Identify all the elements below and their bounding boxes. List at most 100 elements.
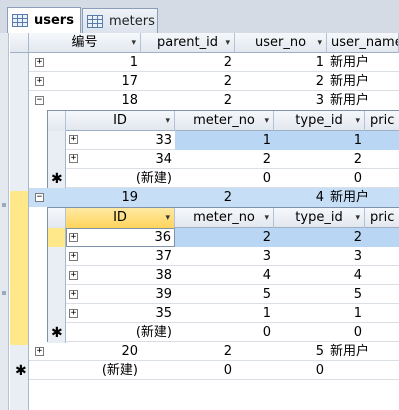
cell-meter-no[interactable]: 4	[175, 266, 274, 285]
expand-icon[interactable]: +	[69, 154, 78, 163]
expand-icon[interactable]: +	[69, 290, 78, 299]
cell-user-no[interactable]: 0	[235, 361, 327, 380]
cell-meter-no[interactable]: 2	[175, 228, 274, 247]
column-header-type-id[interactable]: type_id ▾	[274, 208, 365, 228]
collapse-icon[interactable]: −	[35, 193, 44, 202]
column-header-meter-no[interactable]: meter_no ▾	[175, 111, 274, 131]
navigation-pane-edge[interactable]	[0, 33, 9, 410]
cell-id[interactable]: 35	[66, 304, 175, 323]
new-record-row[interactable]: (新建) 0 0	[66, 169, 399, 188]
table-row-current[interactable]: 19 2 4 新用户	[29, 188, 399, 207]
column-header-price[interactable]: pric	[365, 111, 399, 131]
tab-meters[interactable]: meters	[82, 8, 158, 33]
cell-type-id[interactable]: 0	[274, 323, 365, 342]
table-row[interactable]: 1 2 1 新用户	[29, 53, 399, 72]
cell-parent-id[interactable]: 2	[141, 91, 235, 110]
table-row[interactable]: 38 4 4	[66, 266, 399, 285]
table-row[interactable]: 18 2 3 新用户	[29, 91, 399, 110]
column-header-user-name[interactable]: user_name	[327, 33, 399, 53]
cell-user-no[interactable]: 2	[235, 72, 327, 91]
cell-id[interactable]: 36	[66, 228, 175, 247]
cell-user-name[interactable]: 新用户	[330, 188, 399, 207]
record-selector-current[interactable]	[10, 191, 29, 345]
collapse-icon[interactable]: −	[35, 96, 44, 105]
cell-user-name[interactable]: 新用户	[330, 342, 399, 361]
dropdown-arrow-icon[interactable]: ▾	[355, 208, 360, 228]
dropdown-arrow-icon[interactable]: ▾	[165, 208, 170, 228]
tab-users[interactable]: users	[7, 7, 81, 33]
cell-meter-no[interactable]: 2	[175, 150, 274, 169]
expand-icon[interactable]: +	[69, 252, 78, 261]
cell-id[interactable]: 19	[29, 188, 141, 207]
expand-icon[interactable]: +	[35, 77, 44, 86]
cell-type-id[interactable]: 0	[274, 169, 365, 188]
select-all-corner[interactable]	[10, 33, 29, 53]
table-row[interactable]: 20 2 5 新用户	[29, 342, 399, 361]
table-row-current[interactable]: 36 2 2	[66, 228, 399, 247]
dropdown-arrow-icon[interactable]: ▾	[264, 111, 269, 131]
cell-type-id[interactable]: 4	[274, 266, 365, 285]
dropdown-arrow-icon[interactable]: ▾	[225, 33, 230, 53]
cell-user-no[interactable]: 5	[235, 342, 327, 361]
column-header-meter-no[interactable]: meter_no ▾	[175, 208, 274, 228]
cell-id[interactable]: 39	[66, 285, 175, 304]
cell-id[interactable]: 20	[29, 342, 141, 361]
cell-id[interactable]: 18	[29, 91, 141, 110]
cell-user-name[interactable]: 新用户	[330, 72, 399, 91]
column-header-id[interactable]: ID ▾	[66, 111, 175, 131]
column-header-id[interactable]: 编号 ▾	[29, 33, 141, 53]
cell-id[interactable]: (新建)	[66, 323, 175, 342]
dropdown-arrow-icon[interactable]: ▾	[355, 111, 360, 131]
table-row[interactable]: 17 2 2 新用户	[29, 72, 399, 91]
cell-meter-no[interactable]: 3	[175, 247, 274, 266]
expand-icon[interactable]: +	[69, 271, 78, 280]
table-row[interactable]: 37 3 3	[66, 247, 399, 266]
table-row[interactable]: 39 5 5	[66, 285, 399, 304]
sub-select-all-corner[interactable]	[48, 111, 66, 131]
column-header-type-id[interactable]: type_id ▾	[274, 111, 365, 131]
column-header-price[interactable]: pric	[365, 208, 399, 228]
expand-icon[interactable]: +	[69, 309, 78, 318]
new-record-row[interactable]: (新建) 0 0	[66, 323, 399, 342]
expand-icon[interactable]: +	[69, 135, 78, 144]
cell-type-id[interactable]: 1	[274, 304, 365, 323]
column-header-parent-id[interactable]: parent_id ▾	[141, 33, 235, 53]
cell-parent-id[interactable]: 2	[141, 53, 235, 72]
cell-user-name[interactable]: 新用户	[330, 91, 399, 110]
cell-user-name[interactable]: 新用户	[330, 53, 399, 72]
dropdown-arrow-icon[interactable]: ▾	[317, 33, 322, 53]
cell-user-no[interactable]: 3	[235, 91, 327, 110]
cell-type-id[interactable]: 2	[274, 150, 365, 169]
dropdown-arrow-icon[interactable]: ▾	[264, 208, 269, 228]
cell-id[interactable]: 37	[66, 247, 175, 266]
cell-price[interactable]	[365, 228, 399, 247]
expand-icon[interactable]: +	[35, 347, 44, 356]
cell-id[interactable]: 34	[66, 150, 175, 169]
cell-meter-no[interactable]: 0	[175, 323, 274, 342]
sub-record-selector-current[interactable]	[48, 228, 66, 247]
dropdown-arrow-icon[interactable]: ▾	[165, 111, 170, 131]
dropdown-arrow-icon[interactable]: ▾	[131, 33, 136, 53]
cell-id[interactable]: 38	[66, 266, 175, 285]
cell-id[interactable]: 17	[29, 72, 141, 91]
cell-id[interactable]: 1	[29, 53, 141, 72]
table-row[interactable]: 33 1 1	[66, 131, 399, 150]
cell-meter-no[interactable]: 1	[175, 131, 274, 150]
cell-user-no[interactable]: 1	[235, 53, 327, 72]
column-header-user-no[interactable]: user_no ▾	[235, 33, 327, 53]
column-header-id[interactable]: ID ▾	[66, 208, 175, 228]
cell-user-no[interactable]: 4	[235, 188, 327, 207]
cell-id[interactable]: (新建)	[66, 169, 175, 188]
cell-meter-no[interactable]: 0	[175, 169, 274, 188]
expand-icon[interactable]: +	[69, 233, 78, 242]
table-row[interactable]: 35 1 1	[66, 304, 399, 323]
new-record-row[interactable]: (新建) 0 0	[29, 361, 399, 380]
cell-parent-id[interactable]: 0	[141, 361, 235, 380]
cell-meter-no[interactable]: 5	[175, 285, 274, 304]
cell-parent-id[interactable]: 2	[141, 72, 235, 91]
cell-meter-no[interactable]: 1	[175, 304, 274, 323]
cell-id[interactable]: (新建)	[29, 361, 141, 380]
cell-parent-id[interactable]: 2	[141, 342, 235, 361]
record-selector-column[interactable]	[10, 53, 29, 191]
sub-select-all-corner[interactable]	[48, 208, 66, 228]
